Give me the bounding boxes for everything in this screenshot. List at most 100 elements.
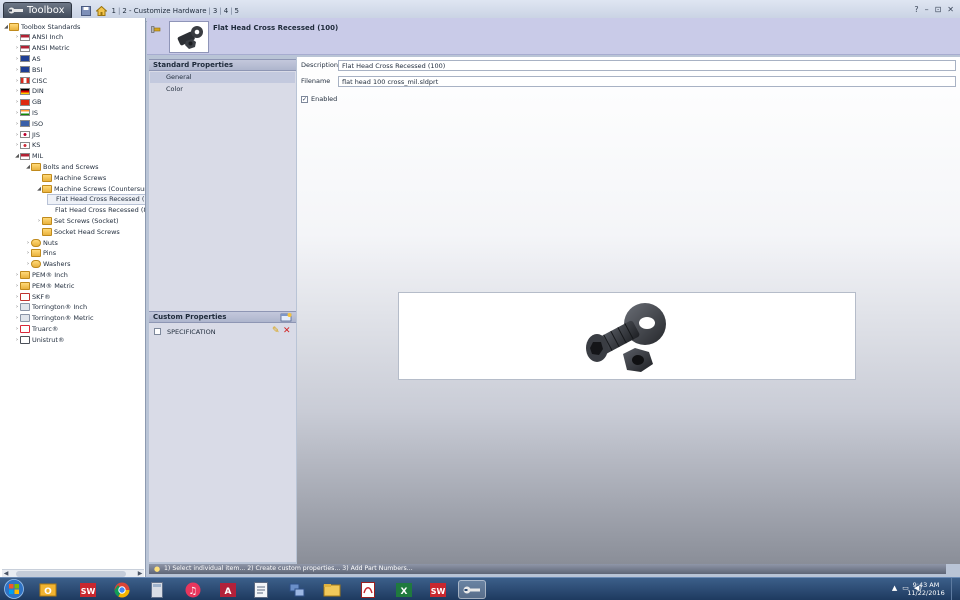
show-desktop-button[interactable]: [951, 578, 960, 600]
description-input[interactable]: [338, 60, 956, 71]
tree-item[interactable]: › GB: [14, 97, 42, 108]
taskbar-document-icon[interactable]: [247, 580, 275, 599]
tree-item[interactable]: › IS: [14, 107, 38, 118]
scroll-right-icon[interactable]: ▶: [136, 570, 144, 577]
tree-item[interactable]: ◢ Machine Screws (Countersunk): [36, 183, 146, 194]
tree-item[interactable]: › DIN: [14, 86, 44, 97]
tree-item[interactable]: › SKF®: [14, 291, 51, 302]
tree-item[interactable]: › KS: [14, 140, 40, 151]
taskbar-solidworks-icon[interactable]: SW: [74, 580, 102, 599]
step-2-link[interactable]: 2 - Customize Hardware: [122, 7, 206, 15]
taskbar-calculator-icon[interactable]: [143, 580, 171, 599]
flag-iso-icon: [20, 120, 30, 128]
flag-us-icon: [20, 44, 30, 52]
tree-item[interactable]: Flat Head Cross Recessed (82): [47, 205, 145, 216]
standards-tree[interactable]: ◢ Toolbox Standards › ANSI Inch › ANSI Metric…: [0, 18, 146, 577]
folder-icon: [42, 173, 52, 182]
clock-date: 11/22/2016: [907, 589, 945, 597]
tree-item[interactable]: Machine Screws: [36, 172, 106, 183]
save-icon[interactable]: [80, 5, 92, 17]
tray-arrow-icon[interactable]: ▲: [892, 584, 897, 592]
taskbar-access-icon[interactable]: A: [214, 580, 242, 599]
pencil-icon[interactable]: ✎: [272, 327, 281, 336]
tree-item[interactable]: › Nuts: [25, 237, 58, 248]
tree-item[interactable]: › PEM® Metric: [14, 280, 74, 291]
windows-logo-icon: [4, 579, 24, 599]
properties-column: Standard Properties General Color Custom…: [149, 59, 296, 562]
tree-item[interactable]: ◢ Bolts and Screws: [25, 161, 98, 172]
tree-item[interactable]: › Torrington® Metric: [14, 313, 94, 324]
folder-icon: [42, 227, 52, 236]
add-property-icon[interactable]: [280, 313, 292, 322]
taskbar-itunes-icon[interactable]: ♫: [179, 580, 207, 599]
folder-icon: [20, 281, 30, 290]
taskbar-excel-icon[interactable]: X: [390, 580, 418, 599]
enabled-checkbox[interactable]: ✓: [301, 95, 308, 103]
restore-button[interactable]: ⊡: [935, 5, 942, 14]
tree-item[interactable]: › Washers: [25, 259, 71, 270]
box-icon: [20, 303, 30, 312]
scroll-left-icon[interactable]: ◀: [2, 570, 10, 577]
custom-property-checkbox[interactable]: [154, 328, 161, 335]
tree-item[interactable]: › Unistrut®: [14, 334, 64, 345]
folder-icon: [31, 260, 41, 269]
tree-item[interactable]: ◢ Toolbox Standards: [3, 21, 80, 32]
tree-item[interactable]: › Truarc®: [14, 323, 58, 334]
tree-item-label: ANSI Inch: [32, 33, 64, 42]
tree-item[interactable]: › BSI: [14, 64, 42, 75]
detail-pane: Description Filename ✓ Enabled: [297, 57, 960, 564]
tree-item-label: MIL: [32, 152, 44, 161]
taskbar-clock[interactable]: 9:43 AM 11/22/2016: [906, 581, 946, 597]
skf-icon: [20, 292, 30, 301]
clock-time: 9:43 AM: [912, 581, 940, 589]
tree-item[interactable]: › ISO: [14, 118, 43, 129]
taskbar-solidworks-2-icon[interactable]: SW: [424, 580, 452, 599]
taskbar-network-icon[interactable]: [283, 580, 311, 599]
start-button[interactable]: [2, 578, 26, 600]
folder-icon: [42, 184, 52, 193]
tree-item-label: DIN: [32, 87, 44, 96]
tree-item[interactable]: › AS: [14, 53, 41, 64]
tree-item[interactable]: › ANSI Inch: [14, 32, 63, 43]
tree-item[interactable]: › Set Screws (Socket): [36, 215, 119, 226]
custom-property-row[interactable]: SPECIFICATION ✎ ✕: [150, 326, 295, 337]
svg-text:SW: SW: [81, 587, 96, 596]
tree-item-label: ANSI Metric: [32, 44, 70, 53]
tree-item[interactable]: › ANSI Metric: [14, 43, 70, 54]
tree-item[interactable]: ◢ MIL: [14, 151, 43, 162]
custom-property-label: SPECIFICATION: [167, 327, 216, 336]
step-5-link[interactable]: 5: [235, 7, 239, 15]
tree-item[interactable]: Flat Head Cross Recessed (100): [47, 193, 145, 205]
taskbar-toolbox-icon[interactable]: [458, 580, 486, 599]
tree-item[interactable]: › Torrington® Inch: [14, 302, 87, 313]
delete-icon[interactable]: ✕: [283, 327, 292, 336]
property-color[interactable]: Color: [150, 84, 295, 95]
filename-input[interactable]: [338, 76, 956, 87]
tree-item-label: Nuts: [43, 238, 58, 247]
taskbar-chrome-icon[interactable]: [108, 580, 136, 599]
toolbox-menu-button[interactable]: Toolbox: [3, 1, 72, 20]
taskbar-outlook-icon[interactable]: O: [34, 580, 62, 599]
flag-kr-icon: [20, 141, 30, 149]
svg-text:♫: ♫: [189, 586, 198, 597]
home-icon[interactable]: [96, 5, 108, 17]
svg-text:SW: SW: [431, 587, 446, 596]
ring-icon: [20, 324, 30, 333]
taskbar-pdf-icon[interactable]: [354, 580, 382, 599]
tree-item-label: Machine Screws (Countersunk): [54, 184, 146, 193]
tree-item[interactable]: › JIS: [14, 129, 40, 140]
tree-item[interactable]: Socket Head Screws: [36, 226, 120, 237]
hardware-thumbnail-icon: [177, 26, 203, 49]
tree-item[interactable]: › CISC: [14, 75, 47, 86]
tree-item[interactable]: › Pins: [25, 248, 56, 259]
help-button[interactable]: ?: [914, 5, 918, 14]
item-header: Flat Head Cross Recessed (100): [147, 18, 960, 55]
tree-horizontal-scrollbar[interactable]: ◀ ▶: [2, 569, 144, 577]
property-general[interactable]: General: [150, 72, 295, 83]
close-button[interactable]: ✕: [947, 5, 954, 14]
tree-item[interactable]: › PEM® Inch: [14, 269, 68, 280]
enabled-option[interactable]: ✓ Enabled: [301, 95, 337, 103]
taskbar-explorer-icon[interactable]: [318, 580, 346, 599]
minimize-button[interactable]: –: [925, 5, 929, 14]
tree-item-label: Set Screws (Socket): [54, 216, 119, 225]
